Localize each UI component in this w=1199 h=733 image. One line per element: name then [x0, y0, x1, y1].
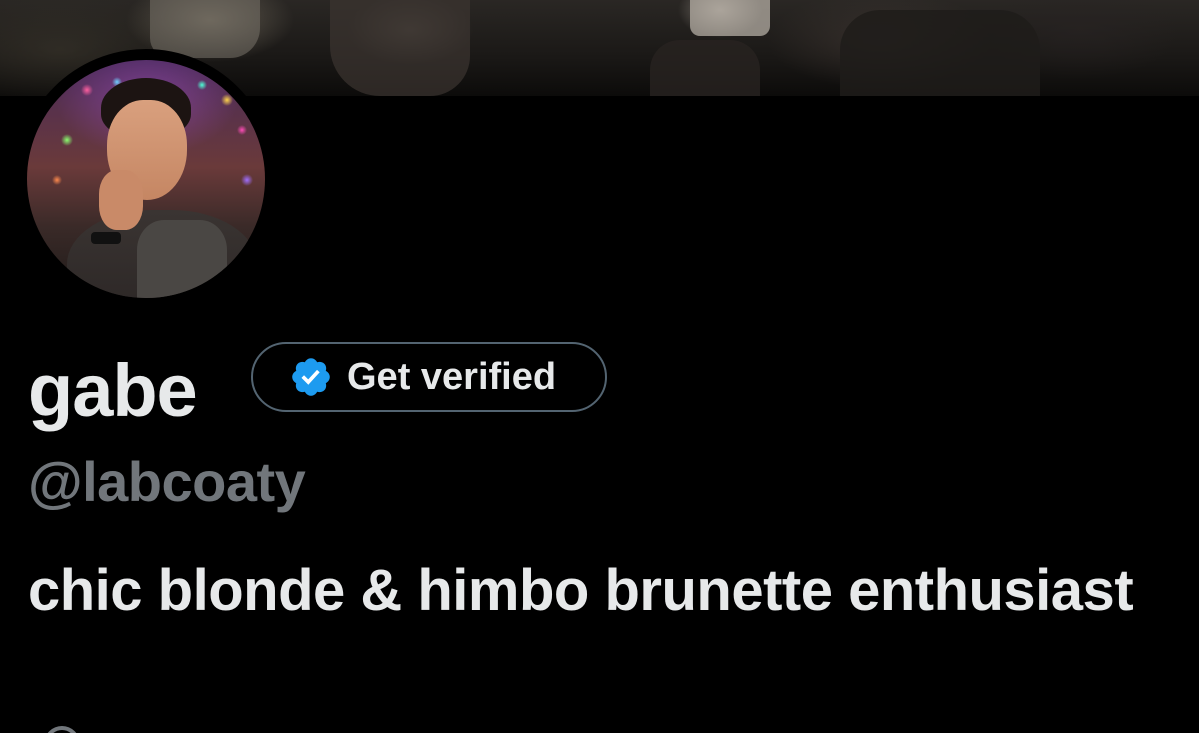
- banner-figure: [150, 0, 260, 58]
- display-name: gabe: [28, 349, 198, 432]
- banner-figure: [690, 0, 770, 36]
- banner-figure: [650, 40, 760, 96]
- banner-figure: [840, 10, 1040, 96]
- banner-figure: [330, 0, 470, 96]
- avatar-vest: [137, 220, 227, 298]
- profile-bio: chic blonde & himbo brunette enthusiast: [28, 558, 1134, 623]
- avatar-watch: [91, 232, 121, 244]
- get-verified-label: Get verified: [347, 355, 557, 398]
- avatar[interactable]: [27, 60, 265, 298]
- user-handle: @labcoaty: [28, 450, 306, 513]
- get-verified-button[interactable]: Get verified: [251, 342, 607, 412]
- verified-badge-icon: [289, 355, 333, 399]
- avatar-hand: [99, 170, 143, 230]
- location-icon: [44, 726, 80, 733]
- profile-page: gabe Get verified @labcoaty chic blonde …: [0, 0, 1199, 733]
